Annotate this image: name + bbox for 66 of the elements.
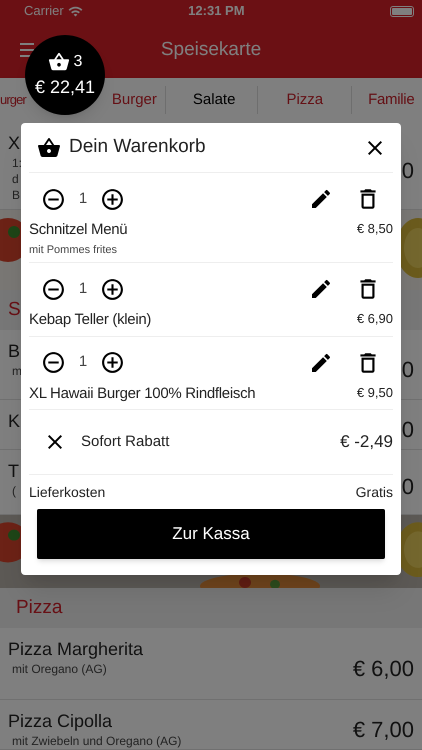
increase-button[interactable] <box>100 350 125 375</box>
quantity-value: 1 <box>78 188 88 209</box>
delivery-value: Gratis <box>356 482 393 502</box>
discount-label: Sofort Rabatt <box>81 432 170 452</box>
dish-name: K <box>8 410 20 432</box>
section-title: Pizza <box>16 596 62 620</box>
section-title: S <box>8 298 21 322</box>
increase-button[interactable] <box>100 276 125 302</box>
item-name: XL Hawaii Burger 100% Rindfleisch <box>29 384 256 404</box>
discount-amount: € -2,49 <box>340 431 393 454</box>
pencil-icon <box>309 187 333 211</box>
minus-icon <box>41 276 66 302</box>
dish-price: € 7,00 <box>352 716 414 742</box>
category-tab[interactable]: Burger <box>112 88 157 112</box>
plus-icon <box>100 186 125 212</box>
cart-count: 3 <box>74 52 82 72</box>
decrease-button[interactable] <box>41 350 66 375</box>
increase-button[interactable] <box>100 186 125 212</box>
category-tab[interactable]: Familie <box>368 88 414 112</box>
carrier-label: Carrier <box>24 2 64 20</box>
dish-price: 0 <box>402 356 414 382</box>
dish-price: 0 <box>402 158 414 184</box>
dish-name: T <box>8 460 19 482</box>
basket-icon <box>37 136 61 160</box>
dish-description: ( <box>11 484 16 498</box>
category-tab[interactable]: urger <box>0 90 26 110</box>
dish-price: 0 <box>402 416 414 442</box>
item-price: € 8,50 <box>356 220 393 238</box>
dish-name: Pizza Margherita <box>8 638 144 660</box>
dish-description: d <box>11 172 19 186</box>
item-price: € 6,90 <box>356 310 393 328</box>
cart-total: € 22,41 <box>34 76 96 98</box>
dish-name: B <box>8 340 20 362</box>
decrease-button[interactable] <box>41 186 66 212</box>
item-price: € 9,50 <box>356 384 393 402</box>
dish-name: X <box>8 132 20 154</box>
status-time: 12:31 PM <box>187 2 246 20</box>
dish-description: B <box>11 188 20 202</box>
dish-price: € 6,00 <box>352 656 414 682</box>
dish-description: mit Oregano (AG) <box>11 662 107 676</box>
screen-title: Speisekarte <box>160 38 262 62</box>
edit-button[interactable] <box>309 277 333 301</box>
dish-price: 0 <box>402 474 414 500</box>
quantity-value: 1 <box>78 278 88 299</box>
dish-name: Pizza Cipolla <box>8 710 112 732</box>
minus-icon <box>41 186 66 212</box>
category-tab[interactable]: Pizza <box>286 88 324 112</box>
dish-description: m <box>11 364 22 378</box>
edit-button[interactable] <box>309 187 333 211</box>
checkout-button[interactable]: Zur Kassa <box>37 509 385 559</box>
dialog-title: Dein Warenkorb <box>69 135 207 160</box>
quantity-value: 1 <box>78 352 88 372</box>
dish-description: mit Zwiebeln und Oregano (AG) <box>11 734 182 748</box>
category-tab[interactable]: Salate <box>192 88 236 112</box>
dish-description: 1: <box>11 156 22 170</box>
delivery-label: Lieferkosten <box>29 482 106 502</box>
item-name: Schnitzel Menü <box>29 220 128 240</box>
item-name: Kebap Teller (klein) <box>29 310 152 330</box>
decrease-button[interactable] <box>41 276 66 302</box>
plus-icon <box>100 276 125 302</box>
plus-icon <box>100 350 125 375</box>
item-note: mit Pommes frites <box>29 242 118 258</box>
minus-icon <box>41 350 66 375</box>
battery-icon <box>390 6 414 16</box>
basket-icon <box>48 50 70 72</box>
pencil-icon <box>309 277 333 301</box>
